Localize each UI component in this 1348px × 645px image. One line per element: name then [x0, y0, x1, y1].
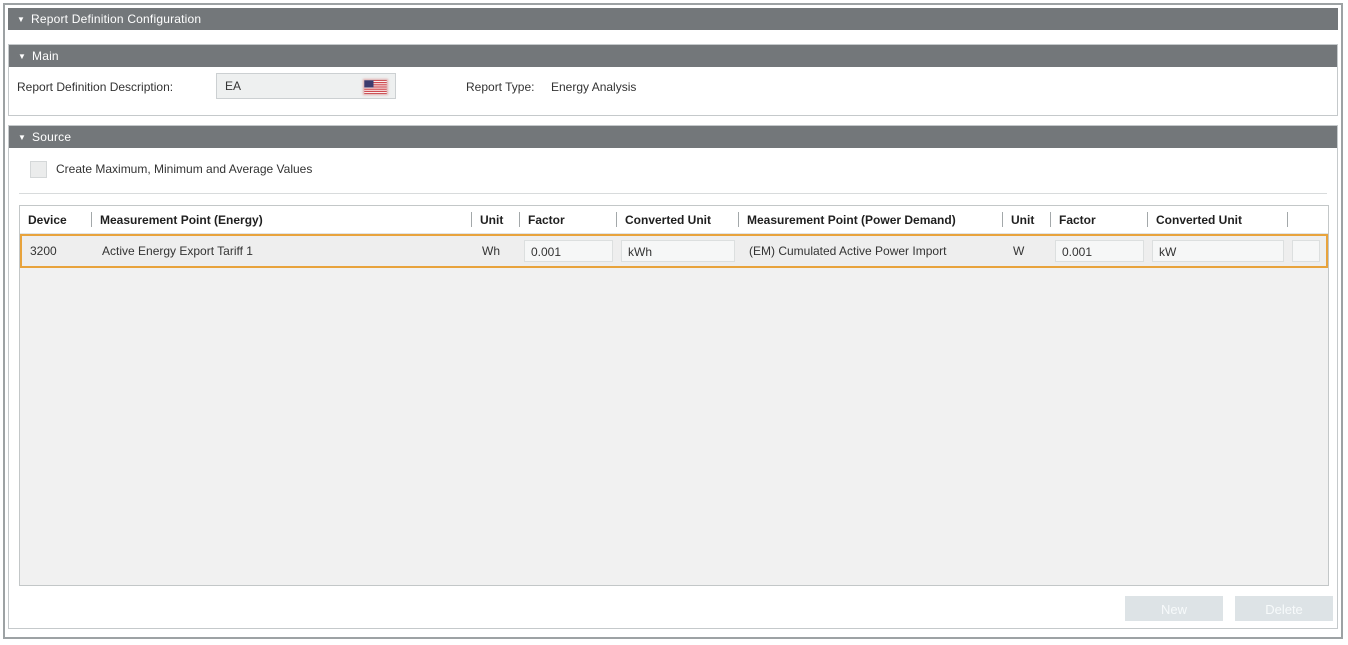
cell-converted-unit-power[interactable]: kW [1150, 240, 1290, 262]
column-header-mp-power-demand[interactable]: Measurement Point (Power Demand) [739, 206, 1003, 233]
description-label: Report Definition Description: [17, 80, 173, 94]
cell-unit-power: W [1005, 244, 1053, 258]
cell-factor-power[interactable]: 0.001 [1053, 240, 1150, 262]
column-header-device[interactable]: Device [20, 206, 92, 233]
collapse-triangle-icon: ▼ [18, 133, 32, 142]
report-type-value: Energy Analysis [551, 80, 636, 94]
create-max-min-avg-checkbox[interactable] [30, 161, 47, 178]
divider [19, 193, 1327, 194]
main-section-title: Main [32, 49, 59, 63]
column-header-unit-energy[interactable]: Unit [472, 206, 520, 233]
collapse-triangle-icon: ▼ [18, 52, 32, 61]
us-flag-icon [364, 80, 387, 94]
cell-spacer [1290, 240, 1326, 262]
main-section: ▼ Main Report Definition Description: Re… [8, 44, 1338, 116]
table-row-selected[interactable]: 3200 Active Energy Export Tariff 1 Wh 0.… [20, 234, 1328, 268]
column-header-factor-power[interactable]: Factor [1051, 206, 1148, 233]
source-section: ▼ Source Create Maximum, Minimum and Ave… [8, 125, 1338, 629]
table-header-row: Device Measurement Point (Energy) Unit F… [20, 206, 1328, 234]
column-header-mp-energy[interactable]: Measurement Point (Energy) [92, 206, 472, 233]
delete-button[interactable]: Delete [1235, 596, 1333, 621]
create-max-min-avg-label: Create Maximum, Minimum and Average Valu… [56, 162, 312, 176]
column-header-spacer [1288, 206, 1328, 233]
cell-mp-energy: Active Energy Export Tariff 1 [94, 244, 474, 258]
cell-mp-power: (EM) Cumulated Active Power Import [741, 244, 1005, 258]
measurement-points-table: Device Measurement Point (Energy) Unit F… [19, 205, 1329, 586]
report-type-label: Report Type: [466, 80, 534, 94]
column-header-converted-unit-power[interactable]: Converted Unit [1148, 206, 1288, 233]
column-header-unit-power[interactable]: Unit [1003, 206, 1051, 233]
cell-device: 3200 [22, 244, 94, 258]
collapse-triangle-icon: ▼ [17, 15, 31, 24]
main-section-header[interactable]: ▼ Main [9, 45, 1337, 67]
cell-unit-energy: Wh [474, 244, 522, 258]
report-definition-panel: ▼ Report Definition Configuration ▼ Main… [3, 3, 1343, 639]
new-button[interactable]: New [1125, 596, 1223, 621]
panel-title: Report Definition Configuration [31, 12, 201, 26]
source-section-title: Source [32, 130, 71, 144]
source-section-header[interactable]: ▼ Source [9, 126, 1337, 148]
cell-factor-energy[interactable]: 0.001 [522, 240, 619, 262]
column-header-converted-unit-energy[interactable]: Converted Unit [617, 206, 739, 233]
report-definition-configuration-header[interactable]: ▼ Report Definition Configuration [8, 8, 1338, 30]
column-header-factor-energy[interactable]: Factor [520, 206, 617, 233]
cell-converted-unit-energy[interactable]: kWh [619, 240, 741, 262]
